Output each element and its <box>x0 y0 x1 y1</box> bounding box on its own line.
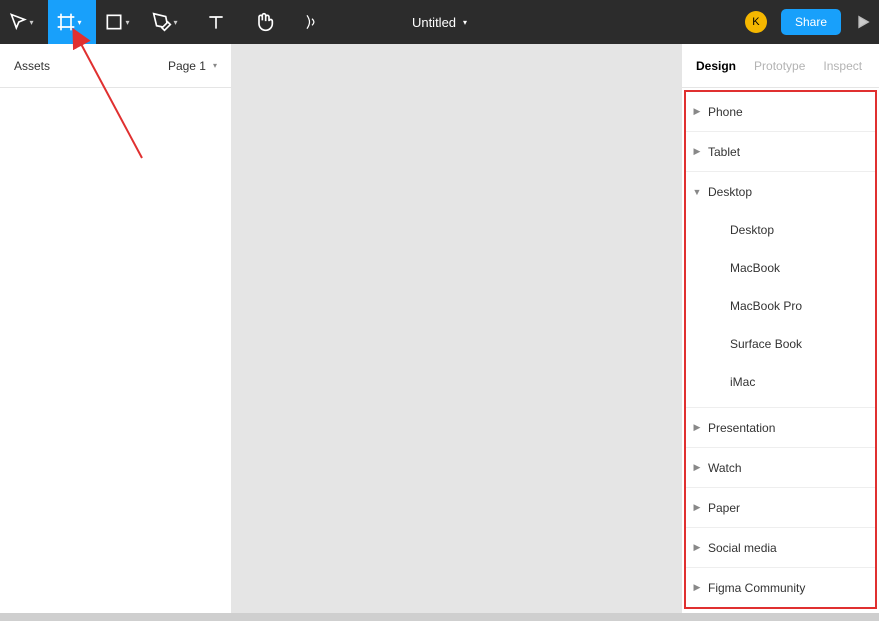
preset-category-row[interactable]: ▶ Watch <box>686 448 875 487</box>
tab-prototype[interactable]: Prototype <box>754 59 805 73</box>
preset-category-row[interactable]: ▶ Presentation <box>686 408 875 447</box>
preset-category: ▶ Phone <box>686 92 875 132</box>
hand-icon <box>254 12 274 32</box>
main-area: Assets Page 1 ▾ Design Prototype Inspect… <box>0 44 879 613</box>
present-button[interactable] <box>855 14 871 30</box>
tab-design[interactable]: Design <box>696 59 736 73</box>
frame-icon <box>56 12 76 32</box>
preset-category: ▶ Figma Community <box>686 568 875 608</box>
preset-category-row[interactable]: ▶ Phone <box>686 92 875 131</box>
assets-label: Assets <box>14 59 50 73</box>
preset-item[interactable]: Surface Book <box>686 325 875 363</box>
chevron-right-icon: ▶ <box>692 106 702 117</box>
share-label: Share <box>795 15 827 29</box>
preset-item[interactable]: MacBook Pro <box>686 287 875 325</box>
text-icon <box>206 12 226 32</box>
chevron-down-icon: ▾ <box>213 61 217 70</box>
chevron-right-icon: ▶ <box>692 146 702 157</box>
shape-tool[interactable]: ▾ <box>96 0 144 44</box>
left-panel: Assets Page 1 ▾ <box>0 44 232 613</box>
preset-item[interactable]: MacBook <box>686 249 875 287</box>
preset-category: ▶ Watch <box>686 448 875 488</box>
preset-item[interactable]: Desktop <box>686 211 875 249</box>
footer-strip <box>0 613 879 621</box>
canvas[interactable] <box>232 44 681 613</box>
preset-category: ▶ Social media <box>686 528 875 568</box>
pen-icon <box>152 12 172 32</box>
chevron-down-icon: ▼ <box>692 187 702 197</box>
chevron-right-icon: ▶ <box>692 542 702 553</box>
right-panel: Design Prototype Inspect ▶ Phone ▶ Tablet ▼ D… <box>681 44 879 613</box>
left-panel-header: Assets Page 1 ▾ <box>0 44 231 88</box>
preset-category-label: Phone <box>708 105 743 119</box>
tool-group-left: ▾ ▾ ▾ ▾ <box>0 0 336 44</box>
page-label: Page 1 <box>168 59 206 73</box>
move-tool[interactable]: ▾ <box>0 0 48 44</box>
toolbar-right: K Share <box>745 9 871 35</box>
comment-tool[interactable] <box>288 0 336 44</box>
preset-category-row[interactable]: ▶ Figma Community <box>686 568 875 607</box>
document-title-text: Untitled <box>412 15 456 30</box>
preset-category-row[interactable]: ▼ Desktop <box>686 172 875 211</box>
share-button[interactable]: Share <box>781 9 841 35</box>
chevron-down-icon: ▾ <box>463 18 467 27</box>
hand-tool[interactable] <box>240 0 288 44</box>
play-icon <box>855 14 871 30</box>
top-toolbar: ▾ ▾ ▾ ▾ Untitled ▾ K <box>0 0 879 44</box>
comment-icon <box>302 12 322 32</box>
chevron-down-icon: ▾ <box>173 18 177 27</box>
preset-category-row[interactable]: ▶ Social media <box>686 528 875 567</box>
chevron-down-icon: ▾ <box>77 18 81 27</box>
chevron-right-icon: ▶ <box>692 582 702 593</box>
chevron-down-icon: ▾ <box>125 18 129 27</box>
chevron-right-icon: ▶ <box>692 502 702 513</box>
preset-category-row[interactable]: ▶ Paper <box>686 488 875 527</box>
preset-category-label: Desktop <box>708 185 752 199</box>
preset-children: DesktopMacBookMacBook ProSurface BookiMa… <box>686 211 875 407</box>
preset-category-row[interactable]: ▶ Tablet <box>686 132 875 171</box>
preset-category-label: Watch <box>708 461 742 475</box>
frame-tool[interactable]: ▾ <box>48 0 96 44</box>
assets-tab[interactable]: Assets <box>14 59 50 73</box>
tab-inspect[interactable]: Inspect <box>823 59 862 73</box>
preset-category: ▶ Tablet <box>686 132 875 172</box>
chevron-right-icon: ▶ <box>692 462 702 473</box>
preset-category-label: Social media <box>708 541 777 555</box>
chevron-right-icon: ▶ <box>692 422 702 433</box>
preset-category-label: Tablet <box>708 145 740 159</box>
preset-category: ▶ Paper <box>686 488 875 528</box>
preset-category-label: Paper <box>708 501 740 515</box>
frame-presets-panel: ▶Phone▶Tablet▼DesktopDesktopMacBookMacBo… <box>684 90 877 609</box>
avatar[interactable]: K <box>745 11 767 33</box>
preset-category: ▶ Presentation <box>686 408 875 448</box>
preset-category-label: Figma Community <box>708 581 805 595</box>
chevron-down-icon: ▾ <box>29 18 33 27</box>
avatar-letter: K <box>752 16 759 28</box>
text-tool[interactable] <box>192 0 240 44</box>
preset-category-label: Presentation <box>708 421 775 435</box>
preset-category: ▼DesktopDesktopMacBookMacBook ProSurface… <box>686 172 875 408</box>
preset-item[interactable]: iMac <box>686 363 875 401</box>
cursor-icon <box>8 12 28 32</box>
page-selector[interactable]: Page 1 ▾ <box>168 59 217 73</box>
right-panel-tabs: Design Prototype Inspect <box>682 44 879 88</box>
pen-tool[interactable]: ▾ <box>144 0 192 44</box>
rectangle-icon <box>104 12 124 32</box>
document-title[interactable]: Untitled ▾ <box>412 15 467 30</box>
